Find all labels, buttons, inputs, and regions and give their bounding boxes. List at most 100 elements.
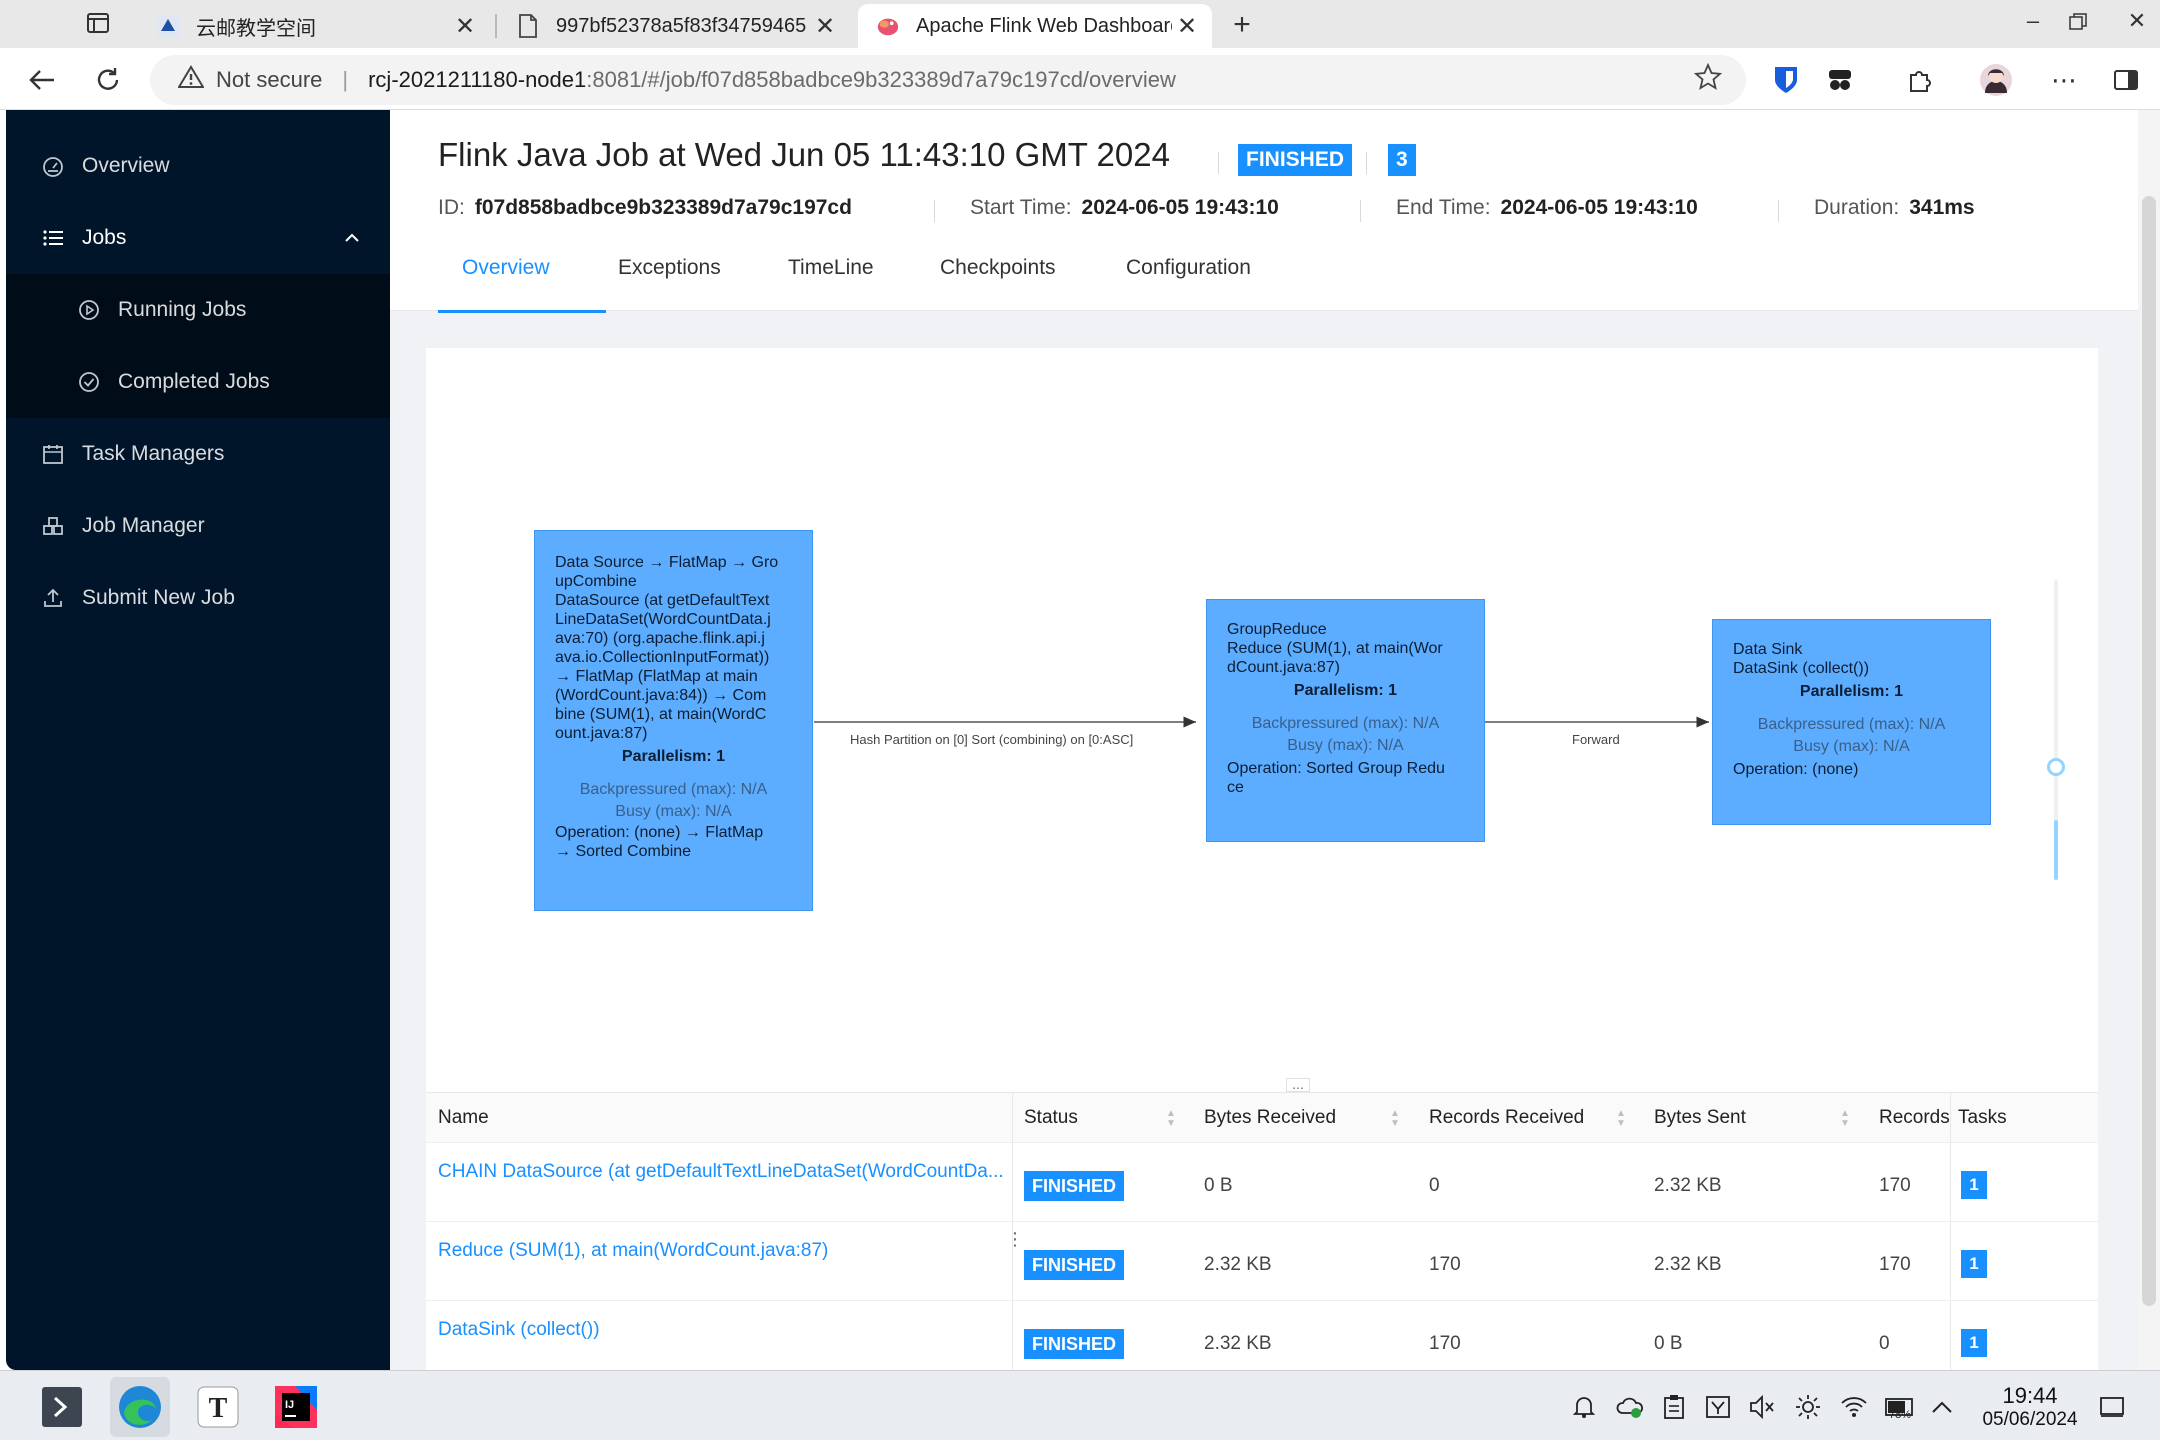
cloud-sync-icon[interactable] — [1616, 1393, 1644, 1421]
sidebar-item-jobs[interactable]: Jobs — [6, 202, 390, 274]
profile-avatar[interactable] — [1978, 62, 2014, 98]
col-name[interactable]: Name — [438, 1093, 489, 1143]
back-button[interactable] — [22, 60, 62, 100]
end-time-label: End Time: — [1396, 196, 1491, 219]
plan-node-source[interactable]: Data Source → FlatMap → Gro upCombine Da… — [534, 530, 813, 911]
tab-configuration[interactable]: Configuration — [1126, 256, 1251, 310]
col-bytes-sent[interactable]: Bytes Sent — [1654, 1093, 1746, 1143]
plan-node-sink[interactable]: Data Sink DataSink (collect()) Paralleli… — [1712, 619, 1991, 825]
play-circle-icon — [78, 299, 100, 321]
close-window-button[interactable]: ✕ — [2122, 8, 2152, 38]
resize-handle[interactable]: ... — [1286, 1077, 1310, 1092]
clipboard-icon[interactable] — [1660, 1393, 1688, 1421]
show-desktop-icon[interactable] — [2098, 1393, 2126, 1421]
column-drag-handle-icon[interactable]: ⋮ — [1006, 1230, 1024, 1248]
address-divider: | — [342, 67, 349, 92]
zoom-slider[interactable] — [2047, 580, 2065, 880]
start-time-label: Start Time: — [970, 196, 1072, 219]
battery-percent: 78% — [1889, 1409, 1912, 1421]
tab-actions-icon[interactable] — [86, 12, 114, 38]
restore-window-button[interactable] — [2068, 12, 2092, 36]
vertex-name-link[interactable]: Reduce (SUM(1), at main(WordCount.java:8… — [438, 1240, 828, 1262]
bytes-sent: 2.32 KB — [1654, 1254, 1722, 1275]
node-text: (WordCount.java:84)) → Com — [555, 687, 767, 704]
new-tab-button[interactable]: + — [1224, 8, 1260, 44]
node-text: dCount.java:87) — [1227, 659, 1340, 676]
sidebar-item-job-manager[interactable]: Job Manager — [6, 490, 390, 562]
clock-date[interactable]: 05/06/2024 — [1966, 1409, 2094, 1431]
sidebar: Overview Jobs Running Jobs Completed Job… — [6, 110, 390, 1370]
intellij-idea-app-icon[interactable]: IJ — [266, 1377, 326, 1437]
table-row[interactable]: DataSink (collect()) FINISHED 2.32 KB 17… — [426, 1300, 2098, 1380]
clock-time[interactable]: 19:44 — [1984, 1383, 2076, 1409]
col-bytes-received[interactable]: Bytes Received — [1204, 1093, 1336, 1143]
records-sent: 0 — [1879, 1333, 1890, 1354]
typora-app-icon[interactable]: T — [188, 1377, 248, 1437]
zoom-slider-handle[interactable] — [2047, 758, 2065, 776]
close-tab-icon[interactable]: ✕ — [810, 12, 840, 41]
notification-bell-icon[interactable] — [1570, 1393, 1598, 1421]
warning-icon[interactable] — [177, 65, 205, 95]
tab-checkpoints[interactable]: Checkpoints — [940, 256, 1056, 310]
minimize-window-button[interactable]: – — [2018, 8, 2048, 38]
task-count-badge: 1 — [1961, 1250, 1987, 1278]
svg-text:T: T — [209, 1393, 228, 1424]
col-tasks[interactable]: Tasks — [1958, 1093, 2007, 1143]
page-scrollbar[interactable] — [2138, 110, 2160, 1370]
sort-icon[interactable]: ▲ ▼ — [1616, 1109, 1626, 1129]
tab-title: Apache Flink Web Dashboard — [916, 14, 1172, 37]
sidebar-item-completed-jobs[interactable]: Completed Jobs — [6, 346, 390, 418]
sidebar-item-label: Overview — [82, 154, 170, 177]
duration-label: Duration: — [1814, 196, 1900, 219]
sort-icon[interactable]: ▲ ▼ — [1390, 1109, 1400, 1129]
keyboard-icon[interactable] — [1704, 1393, 1732, 1421]
browser-tab-course[interactable]: 云邮教学空间 ✕ — [138, 4, 490, 48]
close-tab-icon[interactable]: ✕ — [1172, 12, 1202, 41]
edge-browser-app-icon[interactable] — [110, 1377, 170, 1437]
url-host: rcj-2021211180-node1 — [368, 67, 587, 92]
bytes-received: 2.32 KB — [1204, 1333, 1272, 1354]
volume-muted-icon[interactable] — [1748, 1393, 1776, 1421]
tab-timeline[interactable]: TimeLine — [788, 256, 874, 310]
favorite-star-icon[interactable] — [1693, 62, 1723, 97]
sort-icon[interactable]: ▲ ▼ — [1840, 1109, 1850, 1129]
brightness-icon[interactable] — [1794, 1393, 1822, 1421]
more-menu-icon[interactable]: ⋯ — [2046, 62, 2082, 98]
sidebar-item-submit-new-job[interactable]: Submit New Job — [6, 562, 390, 634]
divider — [934, 200, 935, 222]
course-favicon-icon — [156, 14, 180, 38]
sidebar-item-running-jobs[interactable]: Running Jobs — [6, 274, 390, 346]
col-records-received[interactable]: Records Received — [1429, 1093, 1584, 1143]
chevron-up-icon[interactable] — [1928, 1393, 1956, 1421]
sidebar-item-overview[interactable]: Overview — [6, 130, 390, 202]
bitwarden-extension-icon[interactable] — [1768, 62, 1804, 98]
col-records-sent[interactable]: Records — [1879, 1093, 1951, 1143]
wifi-icon[interactable] — [1840, 1393, 1868, 1421]
table-row[interactable]: CHAIN DataSource (at getDefaultTextLineD… — [426, 1142, 2098, 1222]
plan-node-groupreduce[interactable]: GroupReduce Reduce (SUM(1), at main(Wor … — [1206, 599, 1485, 842]
reload-button[interactable] — [88, 60, 128, 100]
node-text: ava.io.CollectionInputFormat)) — [555, 649, 770, 666]
tab-overview[interactable]: Overview — [438, 256, 606, 313]
security-label[interactable]: Not secure — [216, 67, 322, 93]
close-tab-icon[interactable]: ✕ — [450, 12, 480, 41]
extensions-puzzle-icon[interactable] — [1902, 62, 1938, 98]
sort-icon[interactable]: ▲ ▼ — [1166, 1109, 1176, 1129]
sidebar-toggle-icon[interactable] — [2108, 62, 2144, 98]
node-text: bine (SUM(1), at main(WordC — [555, 706, 767, 723]
incognito-extension-icon[interactable] — [1822, 62, 1858, 98]
browser-tab-flink[interactable]: Apache Flink Web Dashboard ✕ — [858, 4, 1212, 48]
url-path: :8081/#/job/f07d858badbce9b323389d7a79c1… — [586, 67, 1176, 92]
vertex-name-link[interactable]: DataSink (collect()) — [438, 1319, 600, 1341]
task-count-badge: 1 — [1961, 1171, 1987, 1199]
vertex-name-link[interactable]: CHAIN DataSource (at getDefaultTextLineD… — [438, 1161, 1004, 1183]
browser-tab-file[interactable]: 997bf52378a5f83f34759465 ✕ — [498, 4, 850, 48]
table-row[interactable]: Reduce (SUM(1), at main(WordCount.java:8… — [426, 1221, 2098, 1301]
scrollbar-thumb[interactable] — [2142, 196, 2156, 1306]
sidebar-item-task-managers[interactable]: Task Managers — [6, 418, 390, 490]
address-bar[interactable]: Not secure | rcj-2021211180-node1:8081/#… — [150, 55, 1746, 105]
page-title: Flink Java Job at Wed Jun 05 11:43:10 GM… — [438, 136, 1170, 173]
terminal-app-icon[interactable] — [32, 1377, 92, 1437]
col-status[interactable]: Status — [1024, 1093, 1078, 1143]
tab-exceptions[interactable]: Exceptions — [618, 256, 721, 310]
